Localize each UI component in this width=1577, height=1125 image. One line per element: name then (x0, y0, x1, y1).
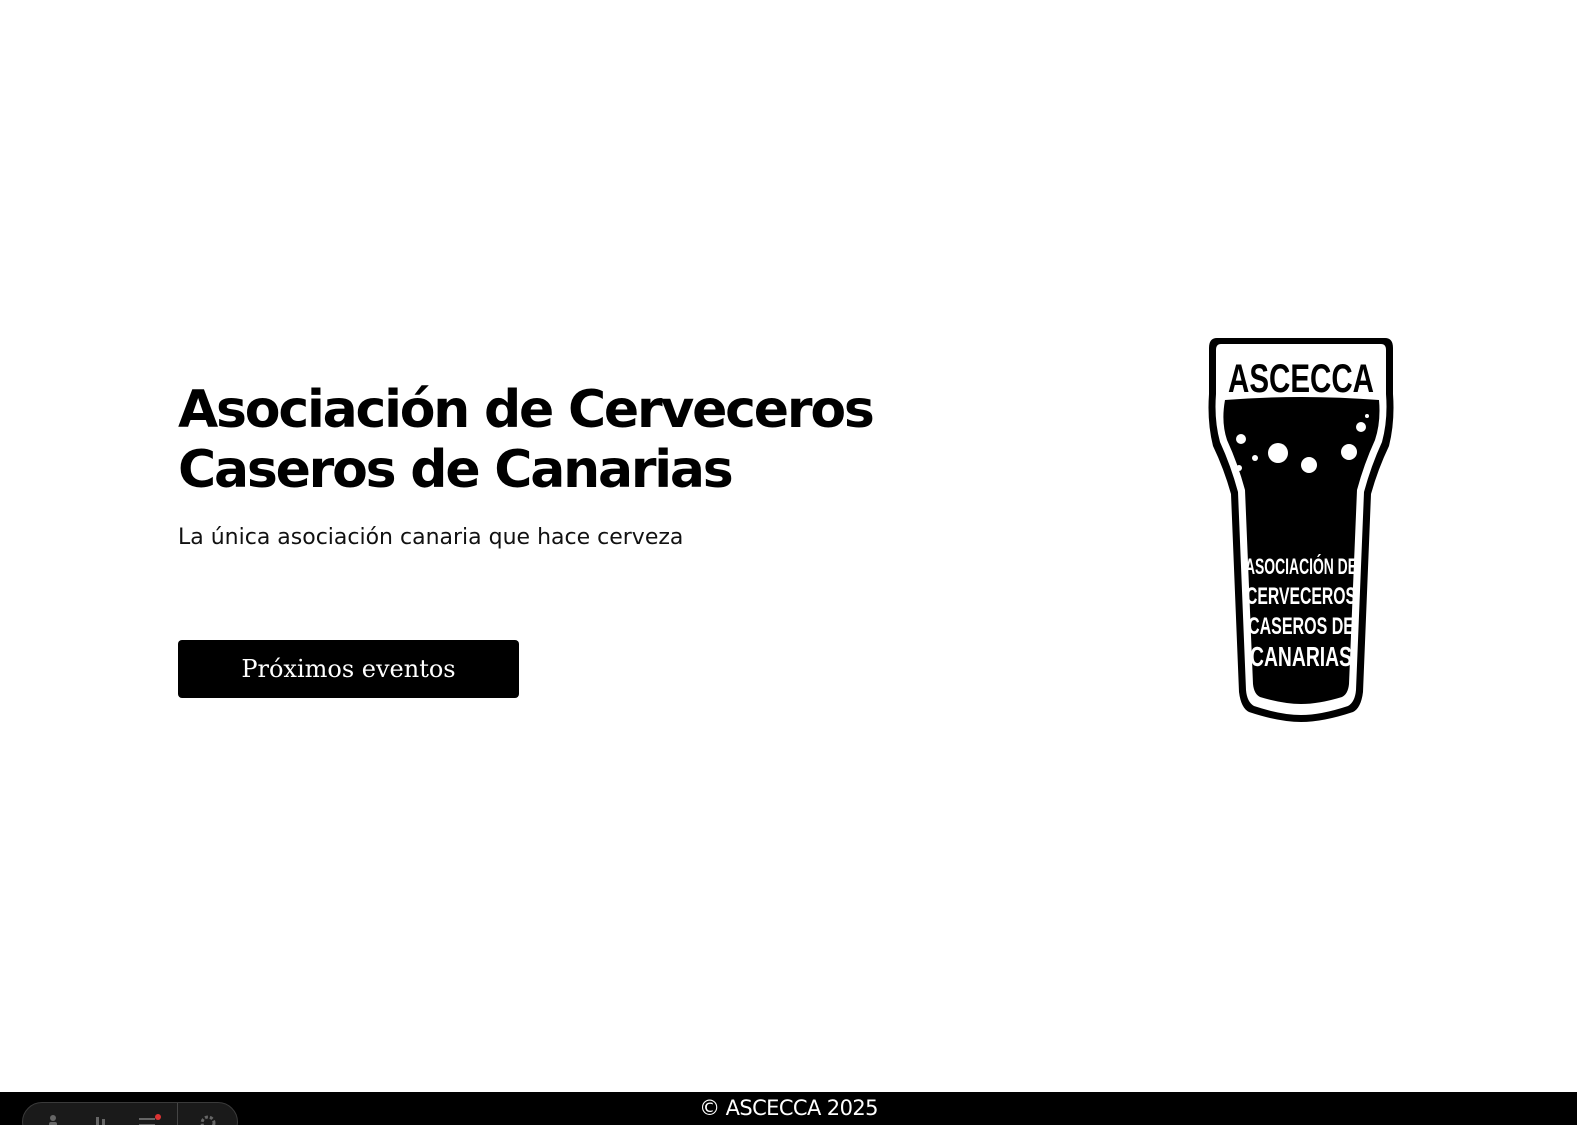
footer-copyright: © ASCECCA 2025 (699, 1096, 878, 1120)
hero-subtitle: La única asociación canaria que hace cer… (178, 525, 684, 550)
logo-bubble (1252, 455, 1258, 461)
logo-line-1: ASOCIACIÓN DE (1245, 554, 1357, 579)
logo-bubble (1236, 434, 1246, 444)
hero-title-line-1: Asociación de Cerveceros (178, 380, 875, 440)
hero-title-line-2: Caseros de Canarias (178, 440, 734, 500)
logo-bubble (1365, 414, 1369, 418)
toolbar-divider (177, 1103, 178, 1125)
accessibility-icon[interactable] (35, 1113, 71, 1125)
settings-icon[interactable] (190, 1113, 226, 1125)
logo-title-text: ASCECCA (1228, 357, 1374, 401)
floating-toolbar (22, 1102, 238, 1125)
logo-bubble (1301, 457, 1317, 473)
ascecca-logo: ASCECCA ASOCIACIÓN DE CERVECEROS CASEROS… (1208, 338, 1394, 722)
logo-line-2: CERVECEROS (1246, 583, 1356, 610)
hero-text: Asociación de Cerveceros Caseros de Cana… (178, 380, 938, 552)
cheers-icon[interactable] (83, 1113, 119, 1125)
logo-bubble (1341, 444, 1357, 460)
logo-bubble (1268, 443, 1288, 463)
logo-line-4: CANARIAS (1250, 641, 1352, 672)
logo-bubble (1236, 465, 1242, 471)
upcoming-events-button[interactable]: Próximos eventos (178, 640, 519, 698)
hero-title: Asociación de Cerveceros Caseros de Cana… (178, 380, 938, 500)
logo-bubble (1356, 422, 1366, 432)
logo-line-3: CASEROS DE (1248, 613, 1354, 640)
menu-icon[interactable] (131, 1113, 167, 1125)
hero-section: Asociación de Cerveceros Caseros de Cana… (0, 0, 1577, 1092)
